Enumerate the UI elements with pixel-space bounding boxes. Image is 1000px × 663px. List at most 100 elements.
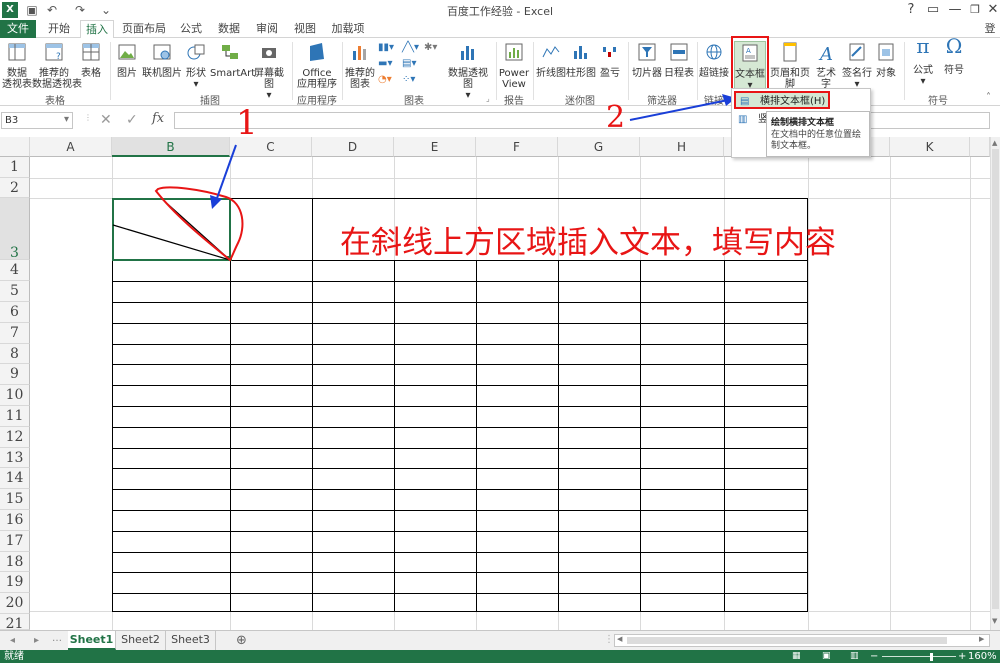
- scroll-down-icon[interactable]: ▼: [992, 617, 997, 625]
- sheet-prev-icon[interactable]: ◂: [10, 635, 15, 646]
- tab-file[interactable]: 文件: [0, 20, 36, 38]
- ribbon-tabs: 文件 开始 插入 页面布局 公式 数据 审阅 视图 加载项 登: [0, 20, 1000, 39]
- scroll-left-icon[interactable]: ◀: [617, 635, 622, 643]
- shapes-button[interactable]: 形状 ▾: [184, 41, 208, 90]
- power-view-label: Power View: [498, 68, 530, 90]
- pictures-button[interactable]: 图片: [114, 41, 140, 79]
- smartart-icon: [222, 45, 238, 59]
- sheet-tab-3[interactable]: Sheet3: [166, 631, 216, 650]
- equation-button[interactable]: π 公式 ▾: [908, 36, 938, 87]
- smartart-label: SmartArt: [210, 68, 256, 79]
- scatter-chart-icon[interactable]: ⁘▾: [402, 74, 415, 85]
- normal-view-icon[interactable]: ▦: [792, 650, 801, 663]
- tooltip: 绘制横排文本框 在文档中的任意位置绘制文本框。: [766, 111, 870, 157]
- tab-view[interactable]: 视图: [288, 20, 322, 38]
- blue-arrow-1-head: [210, 195, 222, 209]
- page-layout-view-icon[interactable]: ▣: [822, 650, 831, 663]
- tab-formulas[interactable]: 公式: [174, 20, 208, 38]
- recommended-pivot-button[interactable]: ? 推荐的 数据透视表: [32, 41, 82, 90]
- tab-insert[interactable]: 插入: [80, 20, 114, 39]
- header-footer-button[interactable]: 页眉和页脚: [768, 41, 812, 90]
- enter-icon[interactable]: ✓: [126, 112, 138, 128]
- sheet-more-icon[interactable]: …: [52, 633, 62, 644]
- timeline-label: 日程表: [664, 68, 694, 79]
- tab-page-layout[interactable]: 页面布局: [118, 20, 170, 38]
- sparkline-column-button[interactable]: 柱形图: [566, 41, 596, 79]
- status-bar: 就绪 ▦ ▣ ▥ − + 160%: [0, 650, 1000, 663]
- smartart-button[interactable]: SmartArt: [210, 41, 256, 79]
- pivotchart-button[interactable]: 数据透视图 ▾: [444, 41, 492, 101]
- scroll-up-icon[interactable]: ▲: [992, 139, 997, 147]
- close-button[interactable]: ✕: [980, 0, 1000, 20]
- zoom-out-icon[interactable]: −: [870, 650, 878, 663]
- vertical-textbox-item[interactable]: ▥ 竖: [734, 111, 768, 129]
- shapes-dropdown-icon: ▾: [193, 79, 199, 90]
- worksheet-grid[interactable]: A B C D E F G H I K 1 2 3 4 5 6 7 8 9 10…: [0, 103, 1000, 632]
- ribbon-separator: [292, 42, 293, 100]
- tab-data[interactable]: 数据: [212, 20, 246, 38]
- charts-dialog-launcher-icon[interactable]: ⌟: [486, 94, 490, 103]
- screenshot-icon: [262, 48, 276, 58]
- sheet-next-icon[interactable]: ▸: [34, 635, 39, 646]
- pivottable-button[interactable]: 数据 透视表: [2, 41, 32, 90]
- zoom-in-icon[interactable]: +: [958, 650, 966, 663]
- zoom-slider-thumb[interactable]: [930, 653, 933, 661]
- name-box[interactable]: B3: [1, 112, 73, 129]
- tab-review[interactable]: 审阅: [250, 20, 284, 38]
- object-icon: [878, 43, 894, 61]
- online-pictures-button[interactable]: 联机图片: [140, 41, 184, 79]
- tab-home[interactable]: 开始: [40, 20, 78, 38]
- sheet-splitter-icon[interactable]: ⋮: [604, 634, 614, 645]
- signature-line-button[interactable]: 签名行 ▾: [842, 41, 872, 90]
- recommended-pivot-label: 推荐的 数据透视表: [32, 68, 82, 90]
- tab-addins[interactable]: 加载项: [326, 20, 370, 38]
- line-chart-icon[interactable]: ╱╲▾: [402, 42, 419, 53]
- bar-chart-icon[interactable]: ▬▾: [378, 58, 392, 69]
- column-chart-icon[interactable]: ▮▮▾: [378, 42, 394, 53]
- office-apps-button[interactable]: Office 应用程序: [296, 41, 338, 90]
- object-button[interactable]: 对象: [872, 41, 900, 79]
- vertical-scrollbar[interactable]: ▲ ▼: [990, 137, 1000, 630]
- add-sheet-button[interactable]: ⊕: [236, 633, 247, 648]
- namebox-dropdown-icon[interactable]: ▾: [64, 114, 69, 125]
- symbol-button[interactable]: Ω 符号: [940, 36, 968, 76]
- slicer-button[interactable]: 切片器: [630, 41, 664, 79]
- table-icon: [82, 43, 100, 61]
- horizontal-textbox-item[interactable]: ▤ 横排文本框(H): [734, 91, 830, 109]
- symbols-group-label: 符号: [928, 96, 948, 107]
- sheet-tab-2[interactable]: Sheet2: [116, 631, 166, 650]
- sparkline-winloss-button[interactable]: 盈亏: [596, 41, 624, 79]
- svg-text:A: A: [818, 44, 833, 63]
- page-break-view-icon[interactable]: ▥: [850, 650, 859, 663]
- table-button[interactable]: 表格: [78, 41, 104, 79]
- formula-bar-grip-icon: ⋮: [84, 113, 92, 122]
- online-pictures-label: 联机图片: [142, 68, 182, 79]
- horizontal-scrollbar[interactable]: ◀ ▶: [614, 634, 990, 647]
- insert-function-icon[interactable]: fx: [152, 111, 164, 126]
- collapse-ribbon-icon[interactable]: ˄: [986, 92, 991, 103]
- timeline-button[interactable]: 日程表: [664, 41, 694, 79]
- symbol-label: 符号: [944, 65, 964, 76]
- tooltip-body: 在文档中的任意位置绘制文本框。: [771, 130, 862, 151]
- office-apps-label: Office 应用程序: [297, 68, 337, 90]
- hyperlink-button[interactable]: 超链接: [699, 41, 729, 79]
- screenshot-button[interactable]: 屏幕截图 ▾: [250, 41, 288, 101]
- tables-group-label: 表格: [45, 96, 65, 107]
- area-chart-icon[interactable]: ▤▾: [402, 58, 416, 69]
- sparkline-line-button[interactable]: 折线图: [536, 41, 566, 79]
- pie-chart-icon[interactable]: ◔▾: [378, 74, 392, 85]
- pivottable-label: 数据 透视表: [2, 68, 32, 90]
- zoom-slider[interactable]: [882, 656, 956, 657]
- sheet-tab-1[interactable]: Sheet1: [68, 631, 116, 650]
- cancel-icon[interactable]: ✕: [100, 112, 112, 128]
- scroll-right-icon[interactable]: ▶: [979, 635, 984, 643]
- zoom-level[interactable]: 160%: [968, 650, 997, 663]
- hierarchy-chart-icon[interactable]: ✱▾: [424, 42, 437, 53]
- vertical-scroll-thumb[interactable]: [992, 149, 999, 609]
- login-link[interactable]: 登: [980, 20, 1000, 38]
- horizontal-scroll-thumb[interactable]: [627, 637, 947, 644]
- recommended-charts-button[interactable]: 推荐的 图表: [344, 41, 376, 90]
- power-view-button[interactable]: Power View: [498, 41, 530, 90]
- charts-group-label: 图表: [404, 96, 424, 107]
- sparkline-column-icon: [574, 46, 587, 59]
